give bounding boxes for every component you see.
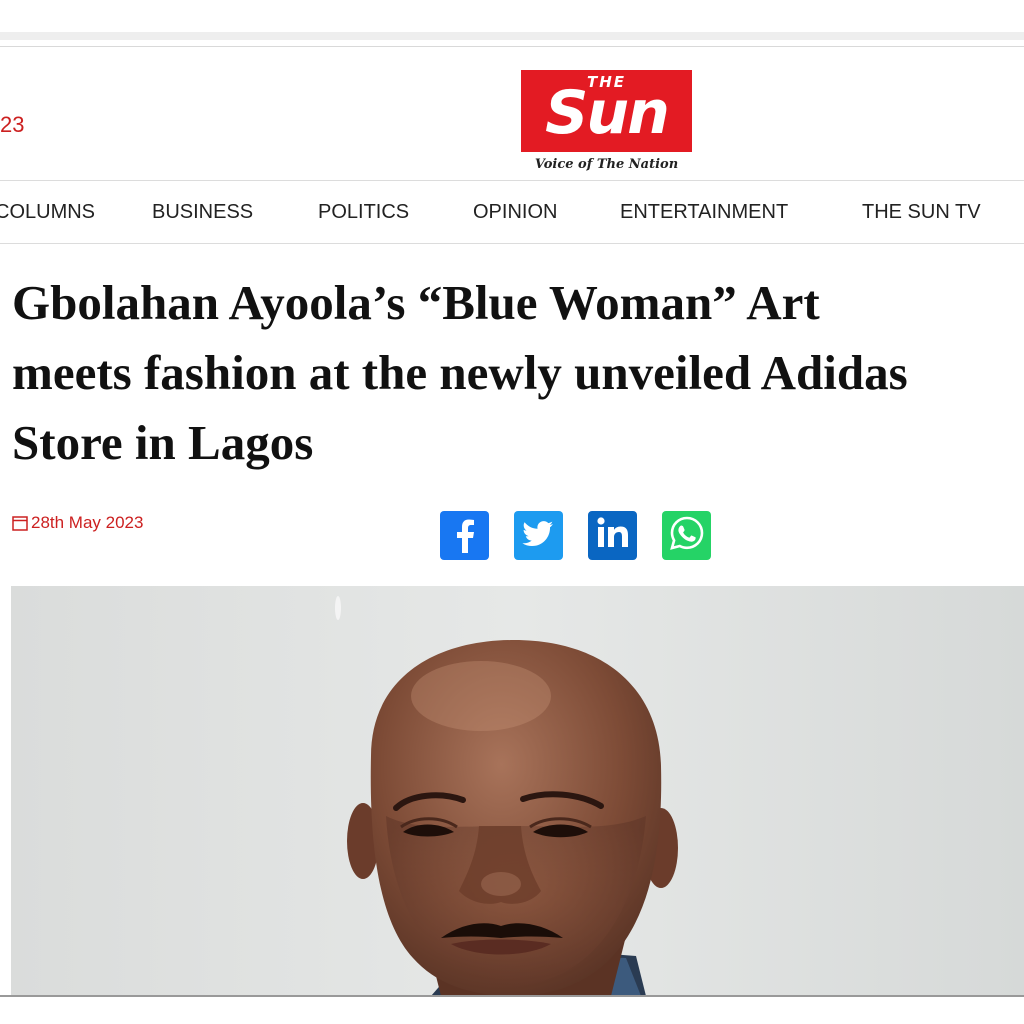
headline-line: Store in Lagos: [12, 415, 314, 470]
linkedin-icon: [593, 513, 633, 558]
share-facebook-button[interactable]: [440, 511, 489, 560]
twitter-icon: [521, 516, 556, 555]
whatsapp-icon: [667, 513, 707, 558]
bottom-divider: [0, 995, 1024, 997]
share-whatsapp-button[interactable]: [662, 511, 711, 560]
nav-item-entertainment[interactable]: ENTERTAINMENT: [620, 201, 788, 224]
top-strip: [0, 32, 1024, 40]
headline-line: meets fashion at the newly unveiled Adid…: [12, 345, 908, 400]
facebook-icon: [445, 513, 485, 558]
main-nav: COLUMNS BUSINESS POLITICS OPINION ENTERT…: [0, 180, 1024, 244]
nav-item-the-sun-tv[interactable]: THE SUN TV: [862, 201, 981, 224]
header-divider: [0, 46, 1024, 47]
nav-item-politics[interactable]: POLITICS: [318, 201, 409, 224]
nav-item-columns[interactable]: COLUMNS: [0, 201, 95, 224]
portrait-photo: [11, 586, 1024, 996]
nav-item-opinion[interactable]: OPINION: [473, 201, 557, 224]
logo-tagline: Voice of The Nation: [534, 157, 679, 172]
article-date: 28th May 2023: [12, 513, 143, 533]
calendar-icon: [12, 515, 28, 531]
logo-sun-text: Sun: [545, 78, 670, 148]
article-date-text: 28th May 2023: [31, 513, 144, 532]
share-linkedin-button[interactable]: [588, 511, 637, 560]
article-photo: [11, 586, 1024, 996]
share-twitter-button[interactable]: [514, 511, 563, 560]
article-headline: Gbolahan Ayoola’s “Blue Woman” Art meets…: [12, 268, 1022, 478]
site-logo[interactable]: THE Sun: [521, 70, 692, 152]
headline-line: Gbolahan Ayoola’s “Blue Woman” Art: [12, 275, 820, 330]
nav-item-business[interactable]: BUSINESS: [152, 201, 253, 224]
page: 23 THE Sun Voice of The Nation COLUMNS B…: [0, 0, 1024, 1024]
header-date: 23: [0, 112, 25, 137]
